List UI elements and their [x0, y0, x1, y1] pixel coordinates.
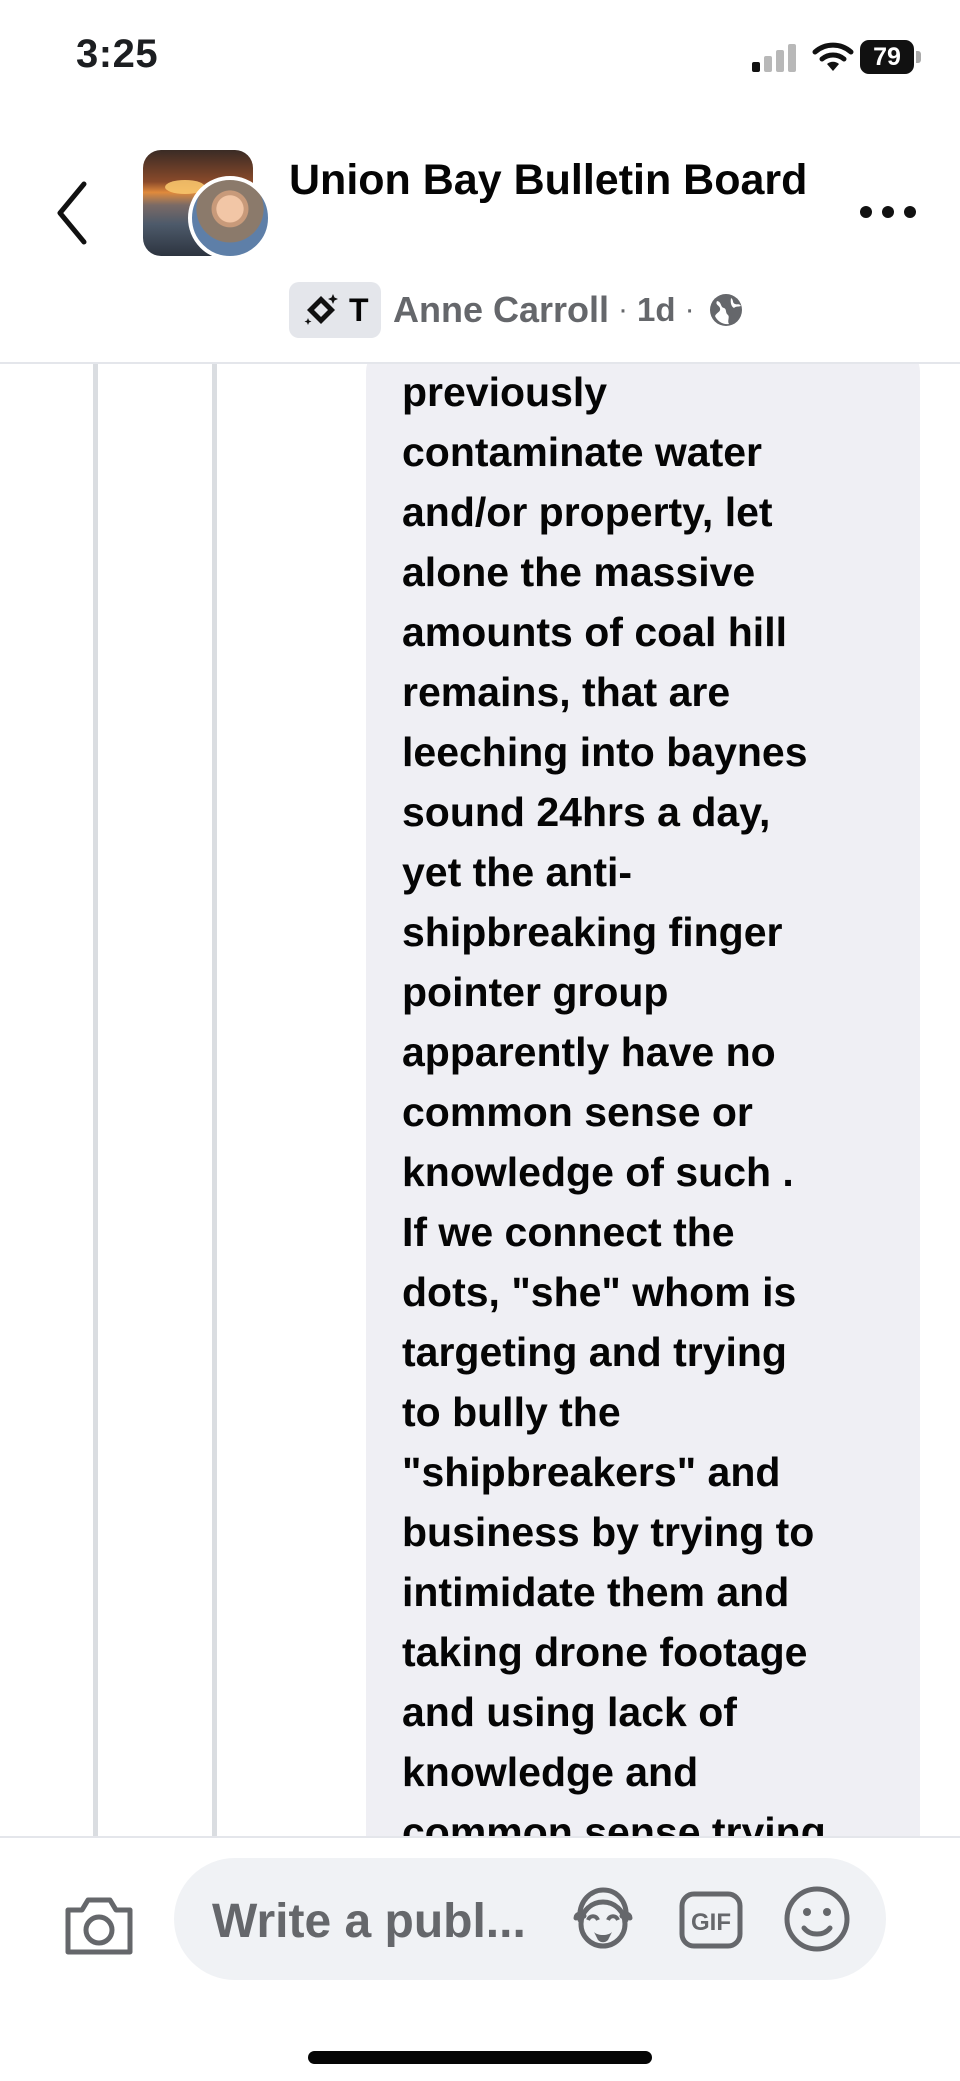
comment-composer: Write a publ... GIF — [0, 1836, 960, 2081]
avatar-sticker-icon[interactable] — [568, 1886, 638, 1952]
thread-line — [93, 364, 98, 1836]
group-title[interactable]: Union Bay Bulletin Board — [289, 150, 849, 210]
battery-indicator: 79 — [860, 40, 922, 74]
comment-input-placeholder: Write a publ... — [212, 1895, 526, 1948]
author-name[interactable]: Anne Carroll — [393, 289, 609, 331]
sparkle-diamond-icon — [304, 294, 338, 325]
badge-label: T — [349, 292, 369, 328]
back-chevron-icon[interactable] — [52, 178, 92, 248]
camera-icon[interactable] — [62, 1894, 136, 1958]
battery-level: 79 — [860, 40, 914, 74]
home-indicator[interactable] — [308, 2051, 652, 2064]
author-avatar[interactable] — [188, 176, 272, 260]
emoji-icon[interactable] — [782, 1884, 852, 1954]
svg-text:GIF: GIF — [691, 1909, 731, 1936]
wifi-icon — [812, 42, 854, 71]
status-bar: 3:25 79 — [0, 0, 960, 110]
comment-thread[interactable]: previously contaminate water and/or prop… — [0, 364, 960, 1836]
globe-icon — [709, 294, 742, 326]
cellular-signal-icon — [752, 44, 796, 72]
meta-separator: · — [618, 293, 629, 326]
status-time: 3:25 — [76, 32, 159, 76]
meta-separator: · — [684, 293, 695, 326]
comment-input[interactable]: Write a publ... GIF — [174, 1858, 886, 1980]
comment-text: previously contaminate water and/or prop… — [402, 369, 826, 1836]
author-badge[interactable]: T — [289, 282, 381, 338]
post-header: Union Bay Bulletin Board T Anne Carroll … — [0, 110, 960, 364]
post-age[interactable]: 1d — [637, 291, 676, 329]
gif-icon[interactable]: GIF — [678, 1890, 744, 1950]
post-meta: T Anne Carroll · 1d · — [289, 282, 744, 338]
thread-line — [212, 364, 217, 1836]
more-dots-icon[interactable] — [858, 202, 918, 222]
battery-tip — [916, 51, 921, 63]
